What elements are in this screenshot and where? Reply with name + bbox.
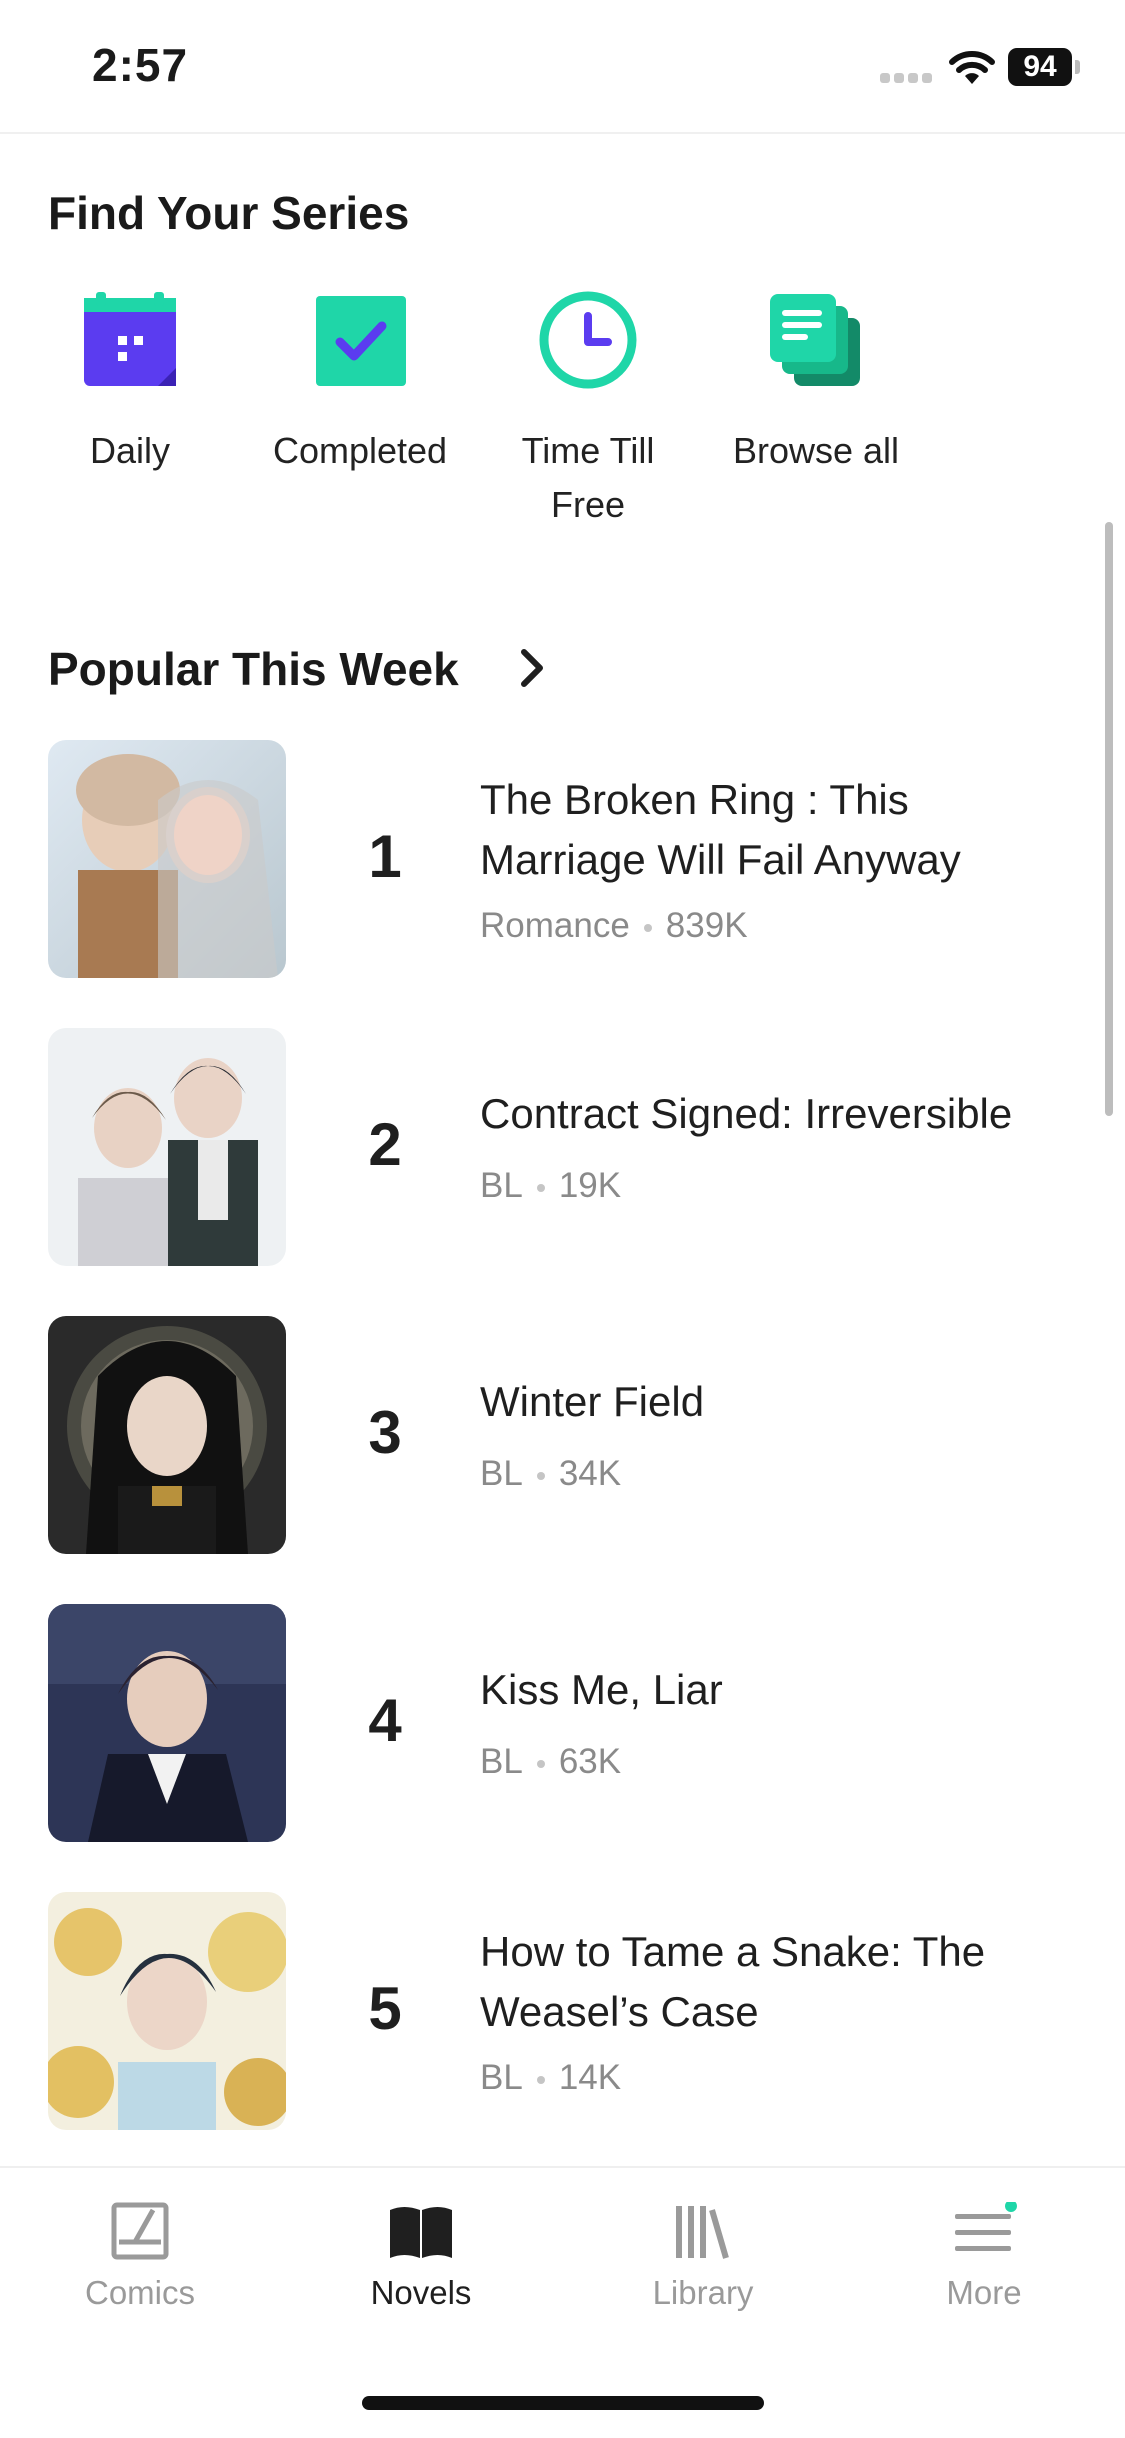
tab-label: Novels [370,2274,472,2311]
tab-label: Library [652,2274,754,2311]
list-item[interactable]: 1 The Broken Ring : This Marriage Will F… [0,740,1125,980]
rank-number: 3 [368,1399,402,1466]
category-completed[interactable]: Completed [260,290,460,478]
item-genre: BL [480,1454,523,1493]
rank-number: 1 [368,823,402,890]
library-icon [668,2202,738,2262]
status-bar: 2:57 94 [0,0,1125,134]
category-label: Completed [272,430,448,471]
tab-label: Comics [84,2274,195,2311]
tab-novels[interactable]: Novels [311,2202,531,2312]
status-time: 2:57 [92,39,189,91]
separator-dot [536,1183,545,1192]
rank-number: 4 [368,1687,402,1754]
item-genre: BL [480,1742,523,1781]
separator-dot [643,923,652,932]
cover-image [48,1316,286,1554]
item-title: How to Tame a Snake: The Weasel’s Case [480,1928,986,2035]
separator-dot [536,2075,545,2084]
category-label: Browse all [732,430,900,471]
item-title: Kiss Me, Liar [480,1666,723,1713]
tab-more[interactable]: More [874,2200,1094,2312]
chevron-right-icon[interactable] [512,646,552,690]
item-views: 839K [665,906,748,945]
item-genre: BL [480,2058,523,2097]
tab-library[interactable]: Library [593,2202,813,2312]
calendar-icon [80,290,180,390]
menu-icon [949,2200,1019,2262]
category-browse-all[interactable]: Browse all [716,290,916,478]
item-title: Winter Field [480,1378,705,1425]
separator-dot [536,1759,545,1768]
item-views: 14K [558,2058,622,2097]
wifi-icon [948,50,996,86]
find-series-title: Find Your Series [48,187,410,239]
tab-label: More [946,2274,1022,2311]
open-book-icon [386,2202,456,2262]
popular-title[interactable]: Popular This Week [48,642,459,696]
list-item[interactable]: 4 Kiss Me, Liar BL 63K [0,1604,1125,1844]
category-time-till-free[interactable]: Time Till Free [488,290,688,532]
clock-icon [538,290,638,390]
item-title: The Broken Ring : This Marriage Will Fai… [480,776,961,883]
cover-image [48,740,286,978]
battery-tip [1075,60,1080,74]
cellular-signal-icon [880,70,936,83]
item-meta: BL 14K [480,2058,621,2098]
item-genre: BL [480,1166,523,1205]
list-item[interactable]: 5 How to Tame a Snake: The Weasel’s Case… [0,1892,1125,2132]
category-label: Daily [89,430,170,471]
category-label: Time Till Free [521,430,655,525]
battery-level: 94 [1008,48,1072,86]
stacked-pages-icon [766,290,866,390]
list-item[interactable]: 3 Winter Field BL 34K [0,1316,1125,1556]
cover-image [48,1604,286,1842]
cover-image [48,1028,286,1266]
tab-comics[interactable]: Comics [30,2202,250,2312]
list-item[interactable]: 2 Contract Signed: Irreversible BL 19K [0,1028,1125,1268]
item-meta: BL 34K [480,1454,621,1494]
item-views: 19K [558,1166,622,1205]
scrollbar[interactable] [1105,522,1113,1116]
check-square-icon [310,290,410,390]
rank-number: 2 [368,1111,402,1178]
item-meta: BL 63K [480,1742,621,1782]
item-title: Contract Signed: Irreversible [480,1090,1013,1137]
item-views: 34K [558,1454,622,1493]
item-meta: Romance 839K [480,906,748,946]
category-daily[interactable]: Daily [30,290,230,478]
item-genre: Romance [480,906,630,945]
rank-number: 5 [368,1975,402,2042]
home-indicator[interactable] [362,2396,764,2410]
cover-image [48,1892,286,2130]
item-views: 63K [558,1742,622,1781]
comics-icon [105,2202,175,2262]
item-meta: BL 19K [480,1166,621,1206]
separator-dot [536,1471,545,1480]
